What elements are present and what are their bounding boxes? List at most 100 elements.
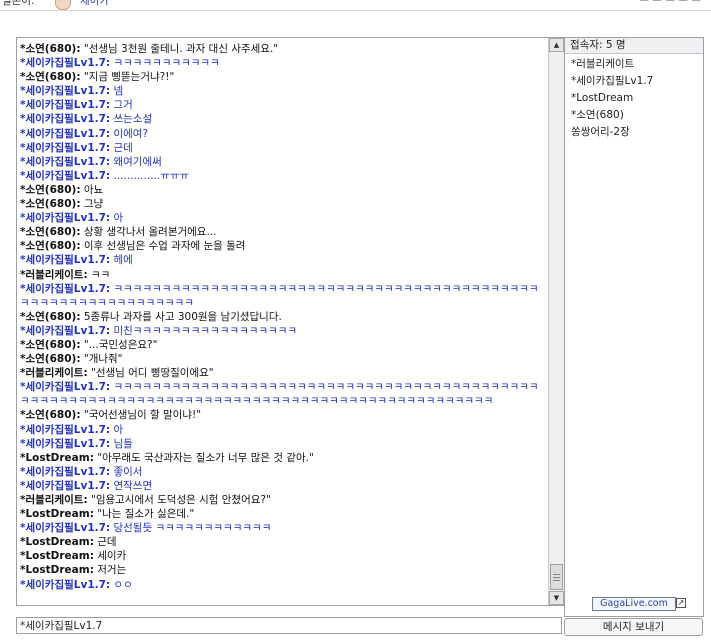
chat-line: *세이카집필Lv1.7: ㅋㅋㅋㅋㅋㅋㅋㅋㅋㅋㅋ xyxy=(20,56,544,70)
top-right-text: ㅡ ㅡ ㅡ ㅡ ㅡ xyxy=(639,0,701,7)
chat-message: "임용고시에서 도덕성은 시험 안쳤어요?" xyxy=(91,494,271,506)
chat-line: *러블리케이트: ㅋㅋ xyxy=(20,268,544,282)
chat-message: 5종류나 과자를 사고 300원을 남기셨답니다. xyxy=(83,310,282,323)
chat-speaker: *소연(680): xyxy=(20,310,81,323)
user-list: *러블리케이트 *세이카집필Lv1.7 *LostDream *소연(680) 쏭쌍어리… xyxy=(565,54,703,141)
chat-speaker: *세이카집필Lv1.7: xyxy=(20,282,111,295)
chat-speaker: *세이카집필Lv1.7: xyxy=(20,479,111,492)
chat-speaker: *세이카집필Lv1.7: xyxy=(20,381,111,394)
chat-line: *LostDream: 근데 xyxy=(20,535,544,549)
chat-message: "지금 삥뜯는거냐?!" xyxy=(83,71,175,84)
scroll-thumb[interactable] xyxy=(550,564,563,590)
popout-icon[interactable]: ↗ xyxy=(676,598,686,608)
chat-message: 왜여기에써 xyxy=(113,155,162,168)
chat-speaker: *소연(680): xyxy=(20,183,81,196)
chat-speaker: *세이카집필Lv1.7: xyxy=(20,85,111,98)
user-list-item[interactable]: *LostDream xyxy=(571,90,703,107)
chat-message: 아 xyxy=(113,423,124,436)
chat-speaker: *소연(680): xyxy=(20,226,81,239)
chat-speaker: *세이카집필Lv1.7: xyxy=(20,57,111,70)
chat-line: *세이카집필Lv1.7: 좋이서 xyxy=(20,465,544,479)
chat-message: 상황 생각나서 올려본거에요... xyxy=(83,226,217,239)
send-message-button[interactable]: 메시지 보내기 xyxy=(564,618,703,636)
chat-line: *세이카집필Lv1.7: 왜여기에써 xyxy=(20,155,544,169)
user-list-panel: 접속자: 5 명 *러블리케이트 *세이카집필Lv1.7 *LostDream *소연… xyxy=(564,37,704,617)
chat-message: "개나줘" xyxy=(83,353,123,366)
chat-speaker: *소연(680): xyxy=(20,71,81,84)
chat-line: *세이카집필Lv1.7: ㅋㅋㅋㅋㅋㅋㅋㅋㅋㅋㅋㅋㅋㅋㅋㅋㅋㅋㅋㅋㅋㅋㅋㅋㅋㅋㅋ… xyxy=(20,282,544,310)
chat-message: 아 xyxy=(113,212,124,225)
chat-body: *소연(680): "선생님 3천원 줄테니. 과자 대신 사주세요." *세이카… xyxy=(17,38,548,605)
chat-message: "나는 질소가 싫은데." xyxy=(97,508,195,521)
chat-speaker: *러블리케이트: xyxy=(20,268,88,281)
chat-line: *세이카집필Lv1.7: 그거 xyxy=(20,98,544,112)
chat-line: *소연(680): "...국민성은요?" xyxy=(20,338,544,352)
chat-message: 좋이서 xyxy=(113,465,143,478)
chat-line: *소연(680): 그냥 xyxy=(20,197,544,211)
chat-log[interactable]: *소연(680): "선생님 3천원 줄테니. 과자 대신 사주세요." *세이카… xyxy=(16,37,565,606)
user-list-item[interactable]: *소연(680) xyxy=(571,107,703,124)
chat-speaker: *세이카집필Lv1.7: xyxy=(20,437,111,450)
chat-line: *소연(680): "선생님 3천원 줄테니. 과자 대신 사주세요." xyxy=(20,42,544,56)
chat-line: *소연(680): 아뇨 xyxy=(20,183,544,197)
chat-line: *세이카집필Lv1.7: 헤에 xyxy=(20,253,544,267)
top-username[interactable]: 세이카 xyxy=(80,0,109,8)
chat-speaker: *세이카집필Lv1.7: xyxy=(20,254,111,267)
chat-speaker: *LostDream: xyxy=(20,564,94,577)
chat-message: ㅋㅋ xyxy=(91,268,111,281)
chat-speaker: *소연(680): xyxy=(20,353,81,366)
chat-line: *세이카집필Lv1.7: ..............ㅠㅠㅠ xyxy=(20,169,544,183)
chat-speaker: *세이카집필Lv1.7: xyxy=(20,324,111,337)
chat-line: *소연(680): 5종류나 과자를 사고 300원을 남기셨답니다. xyxy=(20,310,544,324)
chat-message: ㅇㅇ xyxy=(113,578,133,591)
chat-message: 헤에 xyxy=(113,254,133,267)
chat-speaker: *LostDream: xyxy=(20,508,94,521)
chat-message: 근데 xyxy=(97,536,117,549)
chat-scrollbar[interactable]: ▲ ▼ xyxy=(548,38,564,605)
chat-line: *세이카집필Lv1.7: 근데 xyxy=(20,141,544,155)
chat-speaker: *소연(680): xyxy=(20,409,81,422)
chat-line: *LostDream: 세이카 xyxy=(20,549,544,563)
message-input[interactable]: *세이카집필Lv1.7 xyxy=(16,617,562,634)
chat-line: *소연(680): "국어선생님이 할 말이냐!" xyxy=(20,408,544,422)
user-list-item[interactable]: *러블리케이트 xyxy=(571,56,703,73)
chat-message: "아무래도 국산과자는 질소가 너무 많은 것 같아." xyxy=(97,451,314,464)
scroll-down-icon[interactable]: ▼ xyxy=(549,591,564,605)
chat-speaker: *세이카집필Lv1.7: xyxy=(20,113,111,126)
chat-line: *러블리케이트: "선생님 어디 삥땅질이에요" xyxy=(20,366,544,380)
chat-line: *LostDream: "아무래도 국산과자는 질소가 너무 많은 것 같아." xyxy=(20,451,544,465)
chat-speaker: *소연(680): xyxy=(20,338,81,351)
chat-speaker: *세이카집필Lv1.7: xyxy=(20,127,111,140)
chat-line: *세이카집필Lv1.7: 미친ㅋㅋㅋㅋㅋㅋㅋㅋㅋㅋㅋㅋㅋㅋㅋㅋㅋ xyxy=(20,324,544,338)
chat-message: 미친ㅋㅋㅋㅋㅋㅋㅋㅋㅋㅋㅋㅋㅋㅋㅋㅋㅋ xyxy=(113,324,298,337)
gagalive-badge[interactable]: GagaLive.com xyxy=(592,597,676,611)
scroll-up-icon[interactable]: ▲ xyxy=(549,38,564,52)
chat-message: 당선될듯 ㅋㅋㅋㅋㅋㅋㅋㅋㅋㅋㅋㅋ xyxy=(113,522,272,535)
chat-lines: *소연(680): "선생님 3천원 줄테니. 과자 대신 사주세요." *세이카… xyxy=(17,38,548,592)
chat-speaker: *세이카집필Lv1.7: xyxy=(20,423,111,436)
chat-speaker: *세이카집필Lv1.7: xyxy=(20,578,111,591)
chat-line: *세이카집필Lv1.7: 쓰는소설 xyxy=(20,112,544,126)
chat-line: *세이카집필Lv1.7: 아 xyxy=(20,423,544,437)
chat-speaker: *세이카집필Lv1.7: xyxy=(20,99,111,112)
chat-message: 근데 xyxy=(113,141,133,154)
chat-line: *LostDream: 저거는 xyxy=(20,563,544,577)
chat-speaker: *세이카집필Lv1.7: xyxy=(20,155,111,168)
chat-message: ..............ㅠㅠㅠ xyxy=(113,169,190,182)
chat-speaker: *세이카집필Lv1.7: xyxy=(20,522,111,535)
chat-line: *소연(680): 상황 생각나서 올려본거에요... xyxy=(20,225,544,239)
chat-message: 그냥 xyxy=(83,198,104,211)
chat-speaker: *세이카집필Lv1.7: xyxy=(20,212,111,225)
chat-message: 아뇨 xyxy=(83,183,104,196)
chat-message: 저거는 xyxy=(97,564,127,577)
chat-speaker: *소연(680): xyxy=(20,240,81,253)
chat-message: "선생님 3천원 줄테니. 과자 대신 사주세요." xyxy=(83,43,279,55)
chat-line: *소연(680): 이후 선생님은 수업 과자에 눈을 돌려 xyxy=(20,239,544,253)
user-count: 접속자: 5 명 xyxy=(565,38,703,54)
chat-line: *세이카집필Lv1.7: ㅇㅇ xyxy=(20,578,544,592)
user-list-item[interactable]: 쏭쌍어리-2장 xyxy=(571,124,703,141)
chat-speaker: *LostDream: xyxy=(20,536,94,549)
user-list-item[interactable]: *세이카집필Lv1.7 xyxy=(571,73,703,90)
chat-message: 세이카 xyxy=(97,550,127,563)
chat-message: 넴 xyxy=(113,85,124,98)
